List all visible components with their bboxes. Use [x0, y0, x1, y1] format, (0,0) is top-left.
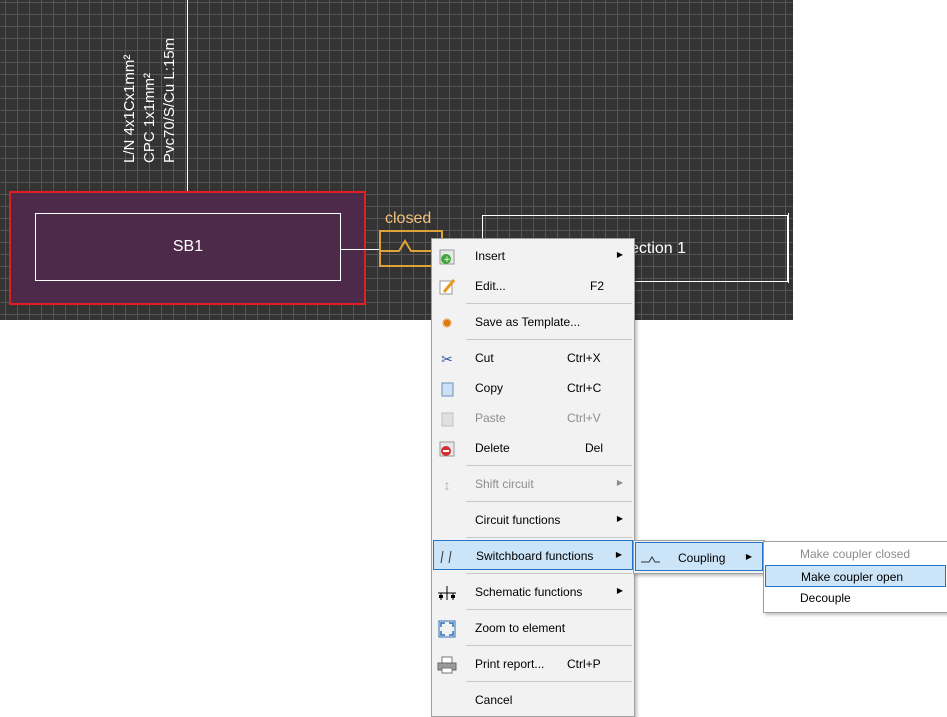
cable-line-1: L/N 4x1Cx1mm²: [121, 54, 138, 163]
submenu-arrow-icon: ▶: [616, 514, 623, 523]
menu-item-edit[interactable]: Edit... F2: [433, 271, 633, 301]
menu-item-label: Insert: [475, 249, 506, 263]
menu-item-cut[interactable]: ✂ Cut Ctrl+X: [433, 343, 633, 373]
menu-item-delete[interactable]: Delete Del: [433, 433, 633, 463]
menu-item-shortcut: Ctrl+C: [567, 381, 602, 395]
menu-item-make-coupler-closed[interactable]: Make coupler closed: [765, 543, 946, 565]
menu-item-label: Decouple: [800, 591, 851, 605]
delete-icon: [437, 439, 457, 459]
menu-item-label: Circuit functions: [475, 513, 561, 527]
submenu-arrow-icon: ▶: [616, 586, 623, 595]
printer-icon: [437, 655, 457, 675]
menu-item-label: Coupling: [678, 551, 726, 565]
submenu-arrow-icon: ▶: [616, 478, 623, 487]
cable-label: L/N 4x1Cx1mm² CPC 1x1mm² Pvc70/S/Cu L:15…: [120, 38, 180, 163]
menu-item-label: Zoom to element: [475, 621, 566, 635]
menu-item-label: Edit...: [475, 279, 506, 293]
menu-item-shortcut: Ctrl+X: [567, 351, 601, 365]
menu-item-label: Paste: [475, 411, 506, 425]
zoom-fit-icon: [437, 619, 457, 639]
coupler-state-label: closed: [385, 210, 432, 227]
switchboard-submenu: Coupling ▶: [633, 540, 765, 574]
copy-icon: [437, 379, 457, 399]
shift-icon: ↕: [443, 477, 451, 493]
switch-icon: [438, 547, 458, 567]
switchboard-label: SB1: [172, 238, 204, 255]
menu-item-print-report[interactable]: Print report... Ctrl+P: [433, 649, 633, 679]
cable-line-3: Pvc70/S/Cu L:15m: [161, 37, 178, 163]
menu-separator: [466, 339, 632, 340]
menu-item-schematic-functions[interactable]: Schematic functions ▶: [433, 577, 633, 607]
cable-line: [187, 0, 188, 214]
menu-item-label: Make coupler open: [801, 570, 904, 584]
section-label: ection 1: [630, 240, 687, 257]
menu-item-shortcut: Ctrl+V: [567, 411, 601, 425]
menu-separator: [466, 645, 632, 646]
menu-item-label: Copy: [475, 381, 504, 395]
menu-item-label: Make coupler closed: [800, 547, 911, 561]
coupler-icon: [640, 549, 660, 569]
section-divider: [788, 213, 789, 283]
menu-item-shortcut: Ctrl+P: [567, 657, 601, 671]
submenu-arrow-icon: ▶: [616, 250, 623, 259]
menu-separator: [466, 303, 632, 304]
menu-item-switchboard-functions[interactable]: Switchboard functions ▶: [433, 540, 633, 570]
menu-item-label: Shift circuit: [475, 477, 534, 491]
submenu-arrow-icon: ▶: [615, 550, 622, 559]
menu-separator: [466, 609, 632, 610]
submenu-arrow-icon: ▶: [745, 552, 752, 561]
menu-item-zoom-to-element[interactable]: Zoom to element: [433, 613, 633, 643]
menu-separator: [466, 681, 632, 682]
menu-item-label: Delete: [475, 441, 510, 455]
gear-icon: ✹: [441, 314, 453, 331]
paste-icon: [437, 409, 457, 429]
menu-item-circuit-functions[interactable]: Circuit functions ▶: [433, 505, 633, 535]
scissors-icon: ✂: [441, 350, 453, 367]
connector-line: [341, 249, 381, 250]
menu-item-label: Cut: [475, 351, 494, 365]
menu-item-coupling[interactable]: Coupling ▶: [635, 542, 763, 571]
menu-item-copy[interactable]: Copy Ctrl+C: [433, 373, 633, 403]
menu-separator: [466, 573, 632, 574]
schematic-icon: [437, 583, 457, 603]
menu-item-paste[interactable]: Paste Ctrl+V: [433, 403, 633, 433]
menu-item-shortcut: F2: [590, 279, 605, 293]
schematic-canvas[interactable]: L/N 4x1Cx1mm² CPC 1x1mm² Pvc70/S/Cu L:15…: [0, 0, 793, 320]
cable-line-2: CPC 1x1mm²: [141, 72, 158, 163]
menu-item-shortcut: Del: [585, 441, 604, 455]
svg-text:+: +: [443, 255, 451, 265]
menu-item-shift-circuit[interactable]: ↕ Shift circuit ▶: [433, 469, 633, 499]
context-menu: + Insert ▶ Edit... F2 ✹ Save as Template…: [431, 238, 635, 717]
edit-icon: [437, 277, 457, 297]
menu-item-cancel[interactable]: Cancel: [433, 685, 633, 715]
menu-item-decouple[interactable]: Decouple: [765, 587, 946, 609]
menu-item-label: Save as Template...: [475, 315, 581, 329]
menu-item-save-template[interactable]: ✹ Save as Template...: [433, 307, 633, 337]
menu-item-label: Print report...: [475, 657, 545, 671]
menu-item-make-coupler-open[interactable]: Make coupler open: [765, 565, 946, 587]
menu-item-label: Switchboard functions: [476, 549, 594, 563]
menu-item-label: Schematic functions: [475, 585, 583, 599]
menu-separator: [466, 537, 632, 538]
menu-item-insert[interactable]: + Insert ▶: [433, 241, 633, 271]
insert-icon: +: [437, 247, 457, 267]
menu-item-label: Cancel: [475, 693, 513, 707]
coupling-submenu: Make coupler closed Make coupler open De…: [763, 541, 947, 613]
menu-separator: [466, 501, 632, 502]
menu-separator: [466, 465, 632, 466]
